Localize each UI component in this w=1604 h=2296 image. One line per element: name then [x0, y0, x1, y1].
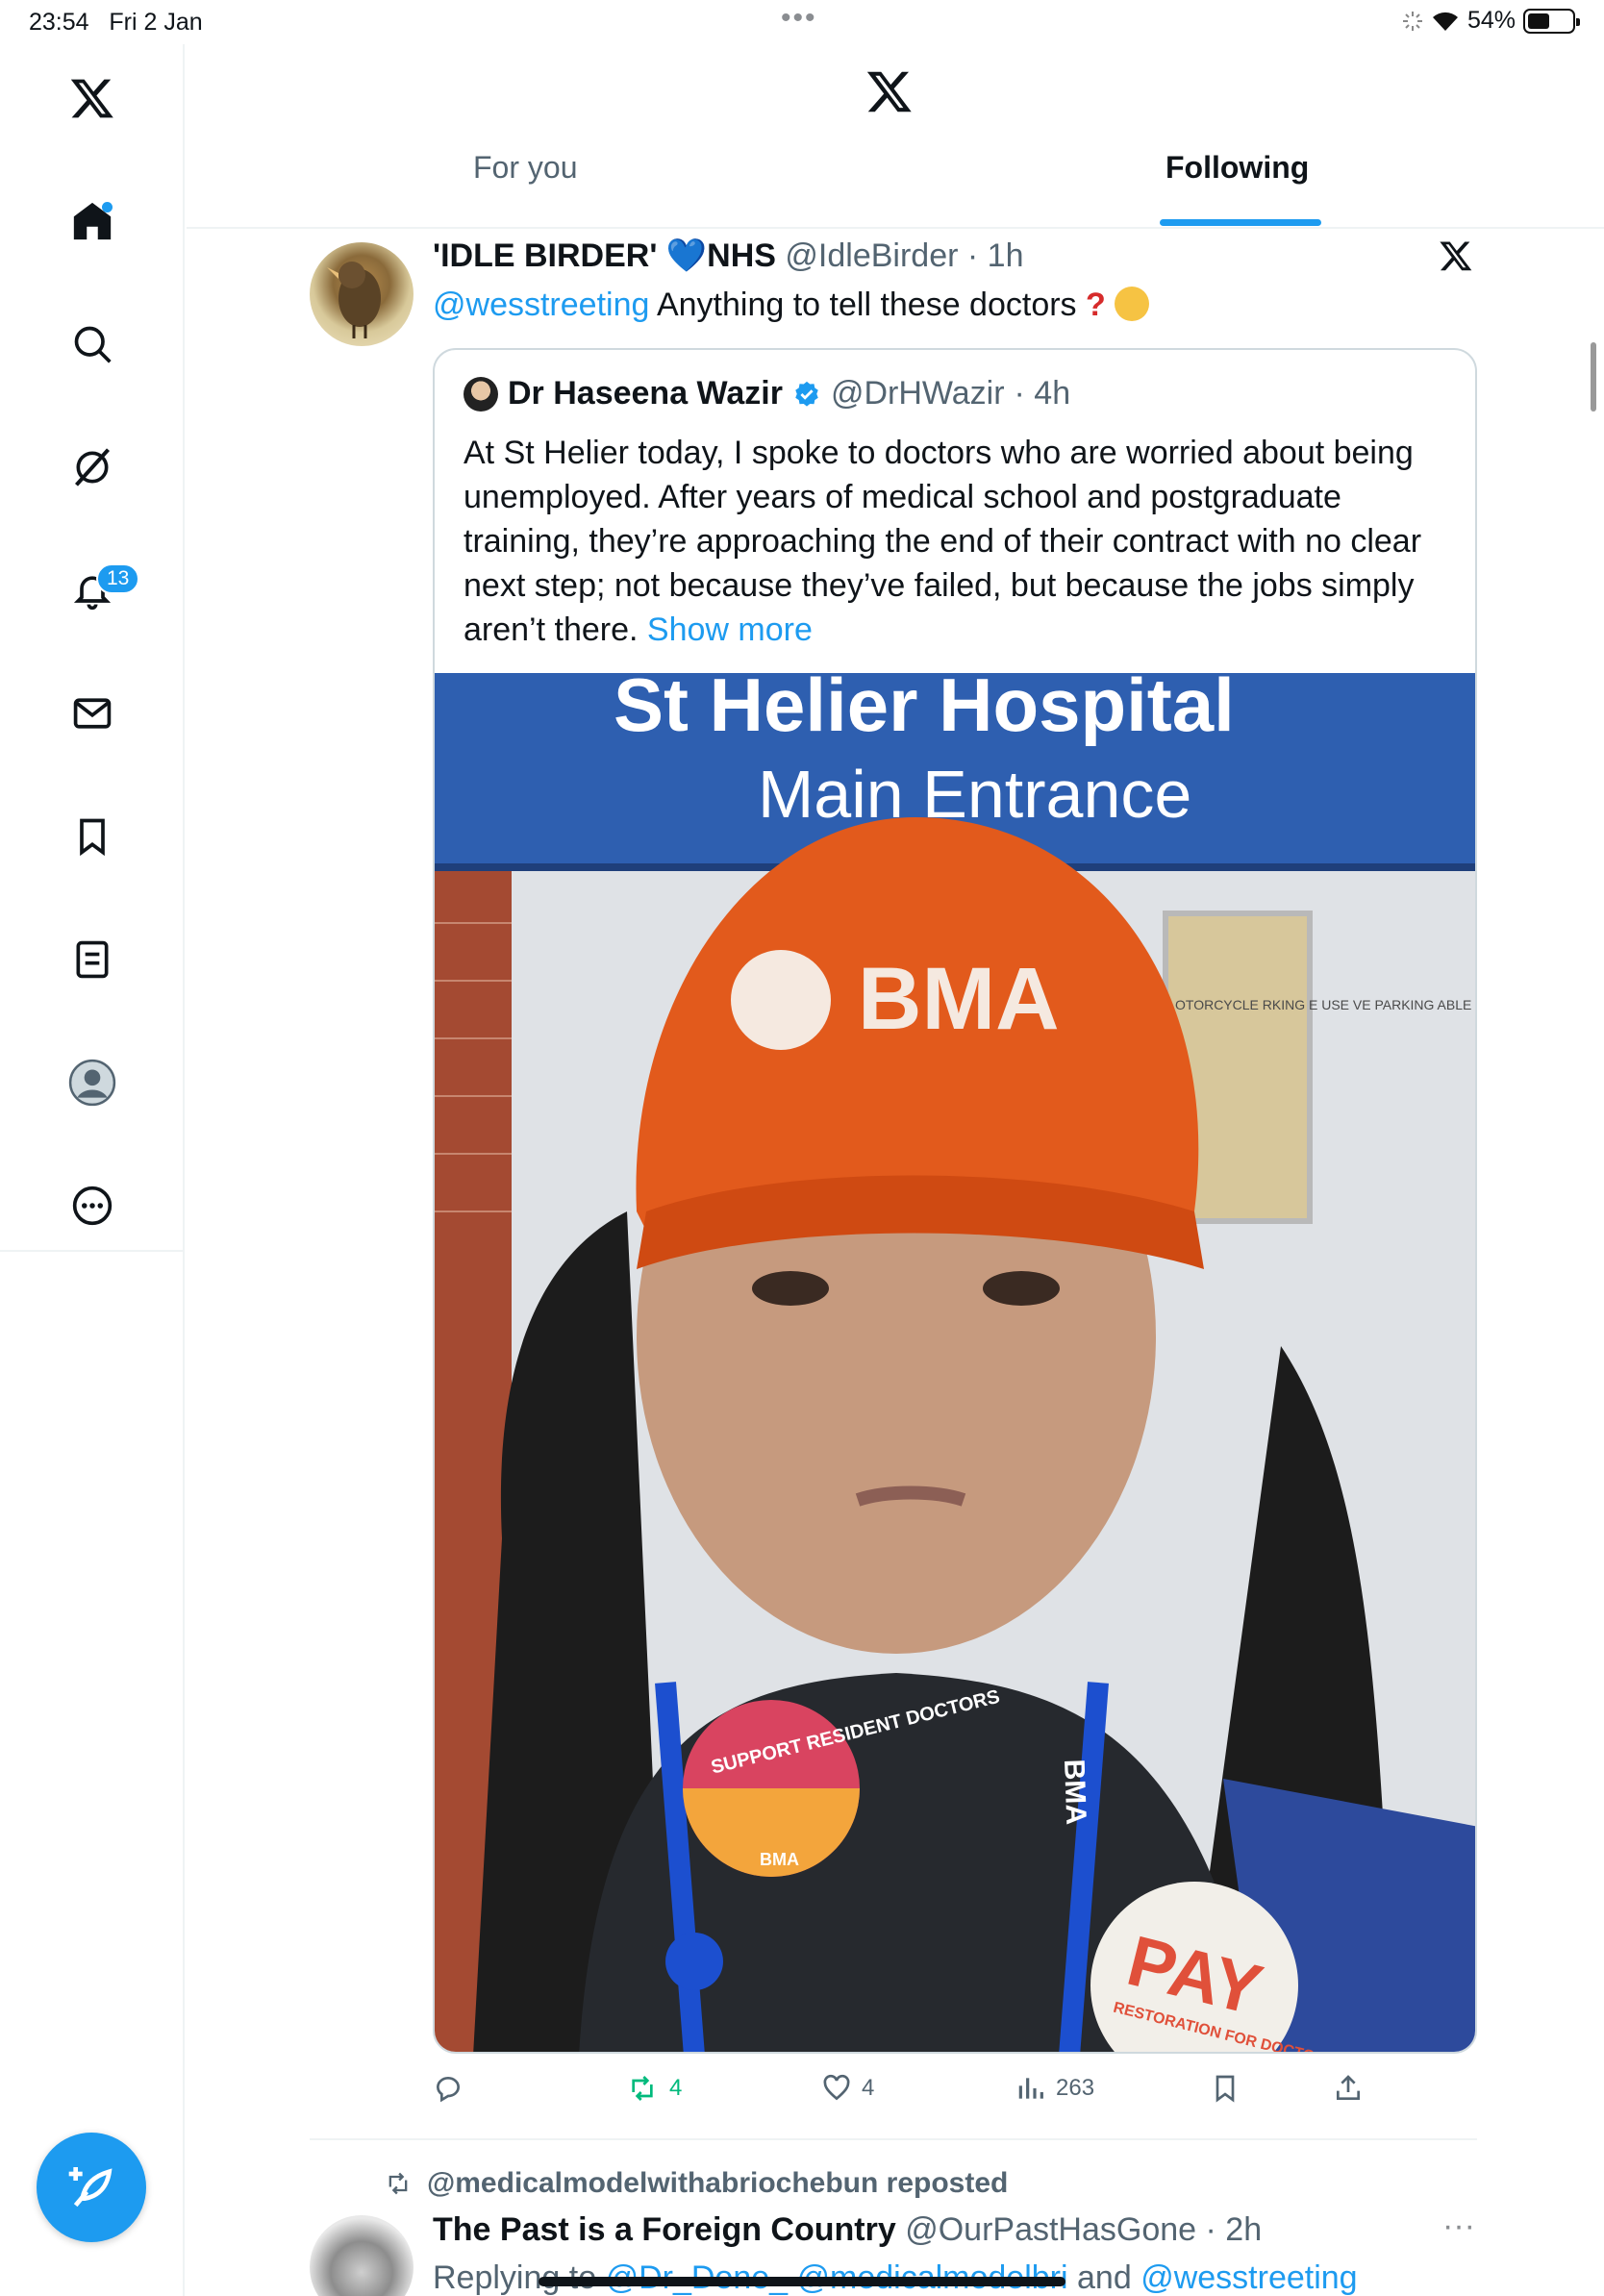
heart-icon — [823, 2074, 850, 2101]
photo-selfie-illustration: St Helier Hospital Main Entrance OTORCYC… — [435, 673, 1477, 2052]
sidebar-item-bookmarks[interactable] — [62, 806, 123, 867]
author-name[interactable]: The Past is a Foreign Country — [433, 2211, 896, 2248]
show-more-link[interactable]: Show more — [647, 611, 813, 648]
more-options-icon[interactable]: ··· — [1442, 2208, 1475, 2245]
quote-text: At St Helier today, I spoke to doctors w… — [464, 431, 1454, 652]
analytics-icon — [1018, 2078, 1043, 2099]
battery-icon — [1523, 8, 1580, 34]
sidebar-item-messages[interactable] — [62, 683, 123, 744]
share-icon — [1337, 2075, 1360, 2100]
view-count: 263 — [1056, 2075, 1095, 2101]
sidebar-item-lists[interactable] — [62, 929, 123, 990]
lists-icon — [76, 940, 109, 979]
share-button[interactable] — [1333, 2073, 1364, 2104]
status-indicators: 54% — [1402, 7, 1580, 35]
battery-percent: 54% — [1466, 7, 1516, 34]
scrollbar[interactable] — [1591, 342, 1596, 412]
status-bar: 23:54 Fri 2 Jan ••• 54% — [0, 0, 1604, 44]
notification-badge: 13 — [96, 563, 140, 594]
tweet-header: 'IDLE BIRDER' 💙NHS @IdleBirder · 1h — [433, 237, 1024, 275]
views-button[interactable]: 263 — [1015, 2073, 1094, 2104]
reply-button[interactable] — [433, 2073, 464, 2104]
repost-label[interactable]: @medicalmodelwithabriochebun reposted — [427, 2167, 1008, 2200]
quote-body: At St Helier today, I spoke to doctors w… — [464, 435, 1422, 648]
search-icon — [74, 326, 112, 363]
grok-icon — [75, 448, 110, 487]
sidebar-item-more[interactable] — [62, 1175, 123, 1236]
tweet-divider — [310, 2138, 1477, 2140]
repost-context: @medicalmodelwithabriochebun reposted — [383, 2167, 1008, 2200]
active-tab-indicator — [1160, 219, 1321, 226]
like-count: 4 — [862, 2075, 875, 2101]
timeline-header: For you Following — [187, 44, 1604, 229]
author-handle[interactable]: @IdleBirder — [785, 237, 958, 274]
replying-last-mention[interactable]: @wesstreeting — [1140, 2259, 1357, 2296]
badge1-footer: BMA — [760, 1850, 799, 1869]
quote-author-name[interactable]: Dr Haseena Wazir — [508, 375, 783, 412]
lanyard-text: BMA — [1058, 1759, 1091, 1825]
tweet-time[interactable]: · 1h — [967, 237, 1024, 274]
reply-icon — [436, 2077, 460, 2103]
verified-badge-icon — [795, 381, 818, 407]
mention-link[interactable]: @wesstreeting — [433, 287, 649, 323]
repost-button[interactable]: 4 — [625, 2073, 682, 2104]
hat-text: BMA — [858, 950, 1060, 1048]
sign-line2: Main Entrance — [758, 757, 1191, 832]
x-logo-icon[interactable] — [865, 67, 914, 120]
author-name[interactable]: 'IDLE BIRDER' 💙NHS — [433, 237, 776, 274]
quote-header: Dr Haseena Wazir @DrHWazir · 4h — [464, 375, 1070, 412]
raised-eyebrow-emoji-icon — [1115, 287, 1150, 321]
author-handle[interactable]: @OurPastHasGone — [905, 2211, 1196, 2248]
mail-icon — [73, 698, 112, 729]
more-circle-icon — [72, 1185, 113, 1226]
home-indicator[interactable] — [539, 2277, 1065, 2286]
sign-line1: St Helier Hospital — [614, 673, 1235, 747]
sidebar-item-home[interactable] — [62, 190, 123, 252]
sidebar-item-explore[interactable] — [62, 313, 123, 375]
compose-post-button[interactable] — [37, 2133, 146, 2242]
avatar[interactable] — [464, 376, 498, 412]
multitasking-dots-icon[interactable]: ••• — [781, 2, 817, 35]
tab-for-you[interactable]: For you — [473, 150, 577, 186]
tweet-header: The Past is a Foreign Country @OurPastHa… — [433, 2211, 1262, 2249]
quote-author-handle[interactable]: @DrHWazir — [831, 375, 1005, 412]
replying-and: and — [1077, 2259, 1132, 2296]
quote-photo[interactable]: St Helier Hospital Main Entrance OTORCYC… — [435, 673, 1477, 2052]
repost-icon — [388, 2172, 408, 2195]
repost-icon — [632, 2076, 653, 2101]
sidebar-item-notifications[interactable]: 13 — [62, 560, 140, 621]
bookmark-button[interactable] — [1210, 2073, 1241, 2104]
tab-following[interactable]: Following — [1165, 150, 1309, 186]
bookmark-icon — [80, 818, 105, 857]
feather-plus-icon — [68, 2167, 113, 2208]
tweet-body: Anything to tell these doctors — [656, 287, 1077, 323]
status-time: 23:54 Fri 2 Jan — [29, 9, 203, 36]
tweet-actions: 4 4 263 — [433, 2073, 1491, 2111]
sidebar-item-grok[interactable] — [62, 437, 123, 498]
repost-count: 4 — [669, 2075, 683, 2101]
sidebar-divider — [0, 1250, 185, 1252]
avatar[interactable] — [310, 2215, 414, 2296]
sidebar-item-profile[interactable] — [62, 1052, 123, 1113]
sidebar-nav: 13 — [0, 44, 185, 2296]
plaque-text: OTORCYCLE RKING E USE VE PARKING ABLE IN… — [1175, 997, 1477, 1012]
tweet-text: @wesstreeting Anything to tell these doc… — [433, 287, 1150, 324]
x-logo-icon[interactable] — [62, 67, 123, 129]
question-mark-emoji-icon: ? — [1086, 287, 1106, 323]
wifi-icon — [1432, 12, 1458, 31]
bookmark-icon — [1216, 2075, 1235, 2103]
activity-icon — [1402, 11, 1422, 31]
tweet-time[interactable]: · 2h — [1206, 2211, 1263, 2248]
x-logo-icon[interactable] — [1439, 238, 1473, 278]
profile-avatar-icon — [68, 1059, 116, 1107]
quoted-tweet[interactable]: Dr Haseena Wazir @DrHWazir · 4h At St He… — [433, 348, 1477, 2054]
home-unread-dot — [102, 202, 113, 212]
like-button[interactable]: 4 — [821, 2073, 874, 2104]
quote-time[interactable]: · 4h — [1015, 375, 1071, 412]
avatar[interactable] — [310, 242, 414, 346]
